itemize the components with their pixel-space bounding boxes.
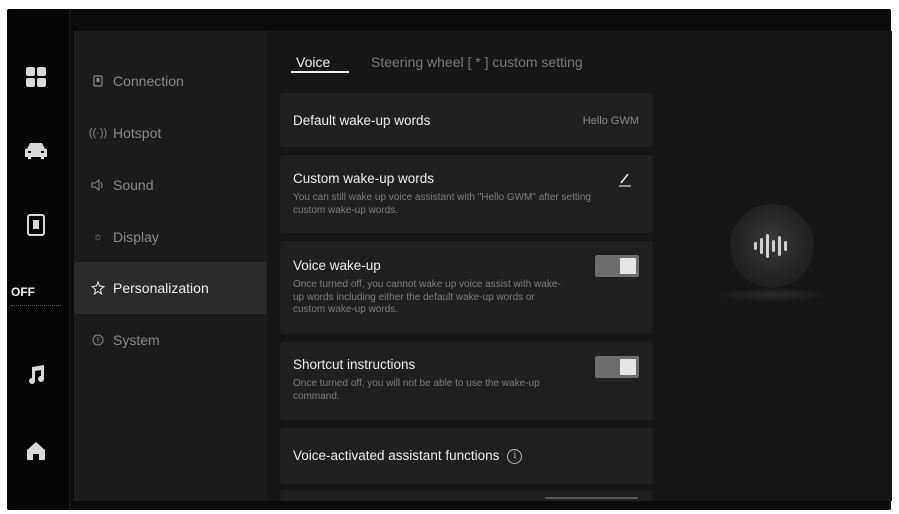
voice-assistant-orb[interactable] [730, 204, 814, 288]
nav-label-system: System [113, 332, 160, 348]
home-icon[interactable] [24, 439, 48, 463]
next-row-partial [280, 490, 653, 501]
personalization-icon [89, 279, 107, 297]
dock-divider [69, 9, 70, 510]
scroll-indicator [545, 497, 638, 499]
custom-wake-words-desc: You can still wake up voice assistant wi… [293, 192, 591, 216]
nav-label-personalization: Personalization [113, 280, 209, 296]
nav-item-personalization[interactable]: Personalization [74, 262, 267, 314]
nav-item-sound[interactable]: Sound [74, 159, 267, 211]
phone-icon[interactable] [24, 213, 48, 237]
tab-active-indicator [291, 71, 349, 73]
shortcut-instructions-title: Shortcut instructions [293, 357, 416, 372]
voice-waveform-icon [754, 234, 787, 258]
orb-reflection [715, 288, 830, 302]
default-wake-words-row[interactable]: Default wake-up words Hello GWM [280, 93, 653, 147]
sound-icon [89, 176, 107, 194]
apps-grid-icon[interactable] [24, 65, 48, 89]
voice-wakeup-row: Voice wake-up Once turned off, you canno… [280, 241, 653, 334]
custom-wake-words-row[interactable]: Custom wake-up words You can still wake … [280, 155, 653, 233]
music-icon[interactable] [24, 363, 48, 387]
fan-level-indicator [11, 305, 61, 310]
toggle-knob [620, 258, 636, 274]
tab-voice[interactable]: Voice [296, 54, 330, 70]
ac-status-label[interactable]: OFF [7, 285, 71, 299]
hotspot-icon: ((·)) [88, 127, 108, 139]
voice-wakeup-desc: Once turned off, you cannot wake up voic… [293, 279, 561, 315]
system-icon [89, 331, 107, 349]
left-dock: OFF [7, 9, 69, 510]
shortcut-instructions-row: Shortcut instructions Once turned off, y… [280, 342, 653, 420]
assistant-functions-title-wrap: Voice-activated assistant functions i [293, 448, 523, 464]
default-wake-words-value: Hello GWM [582, 115, 639, 127]
car-icon[interactable] [24, 139, 48, 163]
assistant-functions-title: Voice-activated assistant functions [293, 448, 500, 463]
nav-item-display[interactable]: ☼ Display [74, 211, 267, 263]
connection-icon [89, 72, 107, 90]
nav-item-connection[interactable]: Connection [74, 55, 267, 107]
custom-wake-words-title: Custom wake-up words [293, 171, 435, 186]
edit-icon[interactable] [617, 171, 633, 187]
nav-item-hotspot[interactable]: ((·)) Hotspot [74, 107, 267, 159]
nav-item-system[interactable]: System [74, 314, 267, 366]
nav-label-sound: Sound [113, 177, 154, 193]
voice-wakeup-toggle[interactable] [595, 255, 639, 277]
shortcut-instructions-toggle[interactable] [595, 356, 639, 378]
nav-label-hotspot: Hotspot [113, 125, 162, 141]
voice-wakeup-title: Voice wake-up [293, 258, 381, 273]
nav-label-connection: Connection [113, 73, 184, 89]
shortcut-instructions-desc: Once turned off, you will not be able to… [293, 378, 540, 402]
display-icon: ☼ [92, 231, 104, 243]
assistant-functions-row[interactable]: Voice-activated assistant functions i [280, 428, 653, 484]
nav-label-display: Display [113, 229, 159, 245]
default-wake-words-title: Default wake-up words [293, 113, 431, 128]
settings-nav: Connection ((·)) Hotspot Sound ☼ Display… [74, 31, 267, 501]
tab-steering-wheel[interactable]: Steering wheel [ * ] custom setting [371, 54, 583, 70]
info-icon[interactable]: i [507, 448, 523, 464]
toggle-knob [620, 359, 636, 375]
